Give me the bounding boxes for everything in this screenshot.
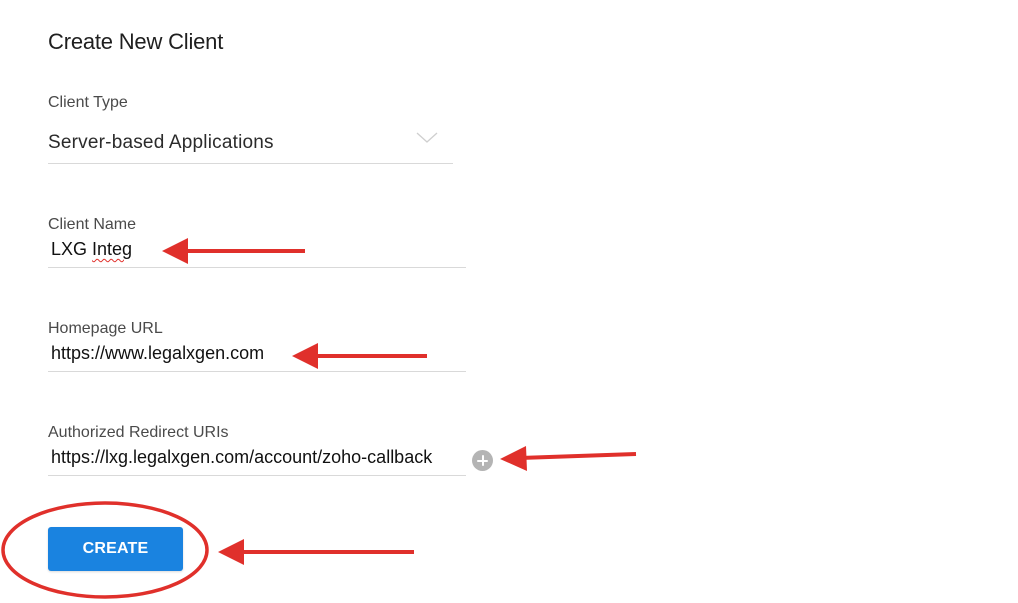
client-name-field[interactable]: LXG Integ bbox=[48, 235, 466, 268]
redirect-uris-label: Authorized Redirect URIs bbox=[48, 424, 229, 441]
plus-circle-icon[interactable] bbox=[472, 450, 493, 471]
client-type-select[interactable]: Server-based Applications bbox=[48, 128, 453, 164]
client-type-label: Client Type bbox=[48, 94, 128, 111]
chevron-down-icon bbox=[416, 132, 438, 143]
arrow-left-icon bbox=[218, 539, 414, 565]
client-type-value: Server-based Applications bbox=[48, 132, 274, 153]
redirect-uri-value: https://lxg.legalxgen.com/account/zoho-c… bbox=[51, 447, 433, 467]
create-button[interactable]: CREATE bbox=[48, 527, 183, 571]
client-name-label: Client Name bbox=[48, 216, 137, 233]
client-name-prefix: LXG bbox=[51, 239, 93, 259]
homepage-url-field[interactable]: https://www.legalxgen.com bbox=[48, 339, 466, 372]
homepage-url-value: https://www.legalxgen.com bbox=[51, 343, 265, 363]
page-title: Create New Client bbox=[48, 29, 224, 54]
redirect-uri-field[interactable]: https://lxg.legalxgen.com/account/zoho-c… bbox=[48, 443, 466, 476]
arrow-left-icon bbox=[500, 446, 637, 471]
annotation-overlay bbox=[1, 238, 637, 599]
homepage-url-label: Homepage URL bbox=[48, 320, 163, 337]
client-name-misspelled: Integ bbox=[92, 239, 133, 259]
